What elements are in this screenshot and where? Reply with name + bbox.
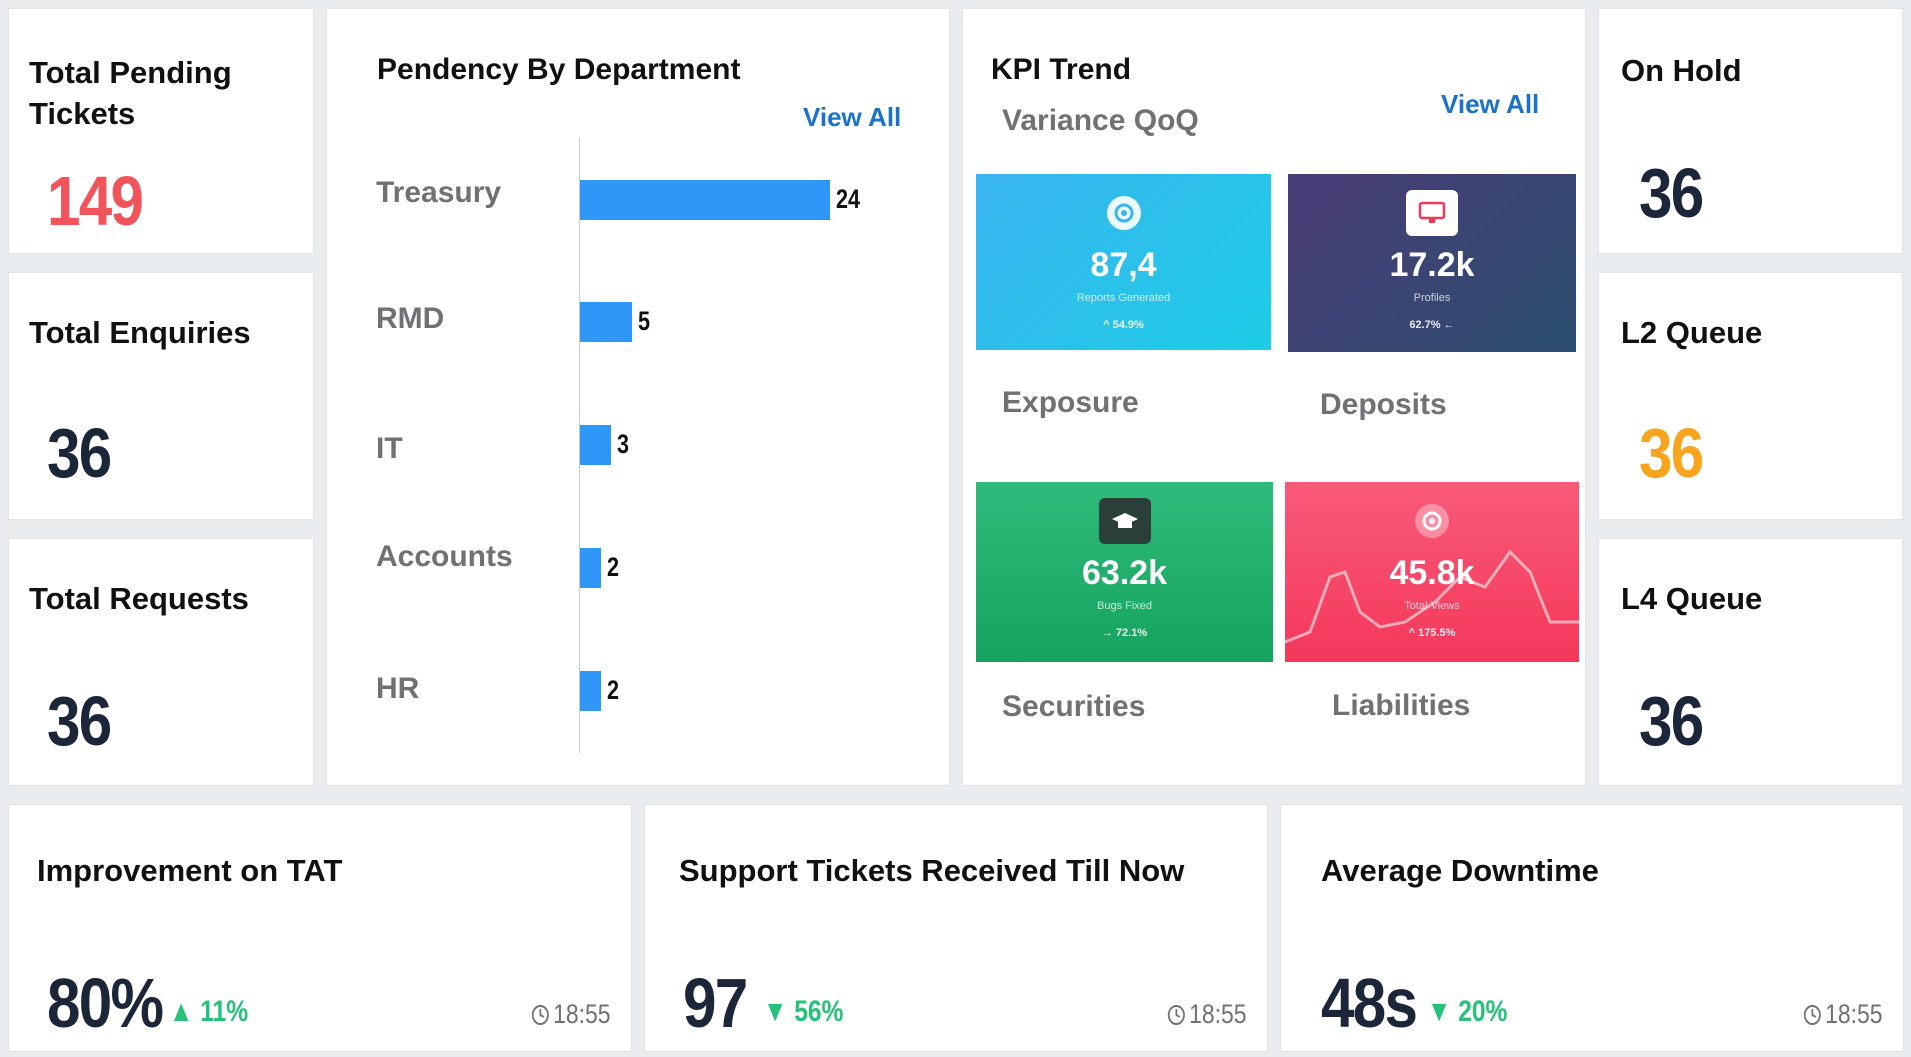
- kpi-tile-liabilities-sub: Total Views: [1404, 600, 1460, 612]
- average-downtime-change-value: 20%: [1458, 995, 1508, 1028]
- clock-icon: [1167, 1004, 1185, 1025]
- kpi-tile-deposits[interactable]: 17.2k Profiles 62.7% ←: [1288, 174, 1576, 352]
- tat-time-value: 18:55: [553, 999, 611, 1029]
- gear-icon: [1406, 498, 1458, 544]
- total-requests-value: 36: [47, 682, 112, 760]
- kpi-tile-exposure[interactable]: 87,4 Reports Generated ^ 54.9%: [976, 174, 1271, 350]
- bar-value-rmd: 5: [638, 306, 651, 336]
- total-pending-title-line2: Tickets: [29, 95, 136, 131]
- total-requests-card[interactable]: Total Requests 36: [8, 538, 314, 786]
- total-pending-value: 149: [47, 162, 144, 240]
- total-pending-title: Total Pending Tickets: [29, 53, 232, 135]
- total-requests-title: Total Requests: [29, 581, 249, 616]
- graduation-cap-icon: [1098, 498, 1151, 544]
- bar-accounts[interactable]: [580, 548, 601, 588]
- gear-icon: [1098, 190, 1150, 236]
- kpi-tile-exposure-change: ^ 54.9%: [1103, 319, 1144, 331]
- pendency-view-all-link[interactable]: View All: [803, 102, 901, 133]
- tat-time: 18:55: [531, 999, 611, 1030]
- on-hold-card[interactable]: On Hold 36: [1598, 8, 1903, 254]
- support-tickets-value: 97: [683, 964, 748, 1042]
- bar-rmd[interactable]: [580, 302, 632, 342]
- kpi-tile-deposits-change: 62.7% ←: [1409, 319, 1455, 331]
- clock-icon: [531, 1004, 549, 1025]
- kpi-trend-title: KPI Trend: [991, 53, 1132, 86]
- total-enquiries-card[interactable]: Total Enquiries 36: [8, 272, 314, 520]
- kpi-tile-exposure-value: 87,4: [1090, 246, 1157, 284]
- tat-card[interactable]: Improvement on TAT 80% ▲ 11% 18:55: [8, 804, 632, 1052]
- on-hold-title: On Hold: [1621, 53, 1742, 88]
- bar-hr[interactable]: [580, 671, 601, 711]
- kpi-tile-liabilities-value: 45.8k: [1389, 554, 1475, 592]
- kpi-label-exposure: Exposure: [1002, 386, 1139, 419]
- bar-value-it: 3: [617, 429, 630, 459]
- kpi-tile-securities-change: → 72.1%: [1101, 627, 1148, 639]
- total-enquiries-title: Total Enquiries: [29, 315, 251, 350]
- l2-queue-card[interactable]: L2 Queue 36: [1598, 272, 1903, 520]
- support-tickets-time-value: 18:55: [1189, 999, 1247, 1029]
- monitor-icon: [1406, 190, 1458, 236]
- kpi-label-securities: Securities: [1002, 690, 1146, 723]
- bar-value-hr: 2: [607, 675, 620, 705]
- total-pending-card[interactable]: Total Pending Tickets 149: [8, 8, 314, 254]
- kpi-label-liabilities: Liabilities: [1332, 689, 1471, 722]
- kpi-tile-exposure-sub: Reports Generated: [1076, 292, 1171, 304]
- kpi-tile-securities[interactable]: 63.2k Bugs Fixed → 72.1%: [976, 482, 1273, 662]
- l4-queue-value: 36: [1639, 682, 1704, 760]
- on-hold-value: 36: [1639, 154, 1704, 232]
- kpi-variance-subtitle: Variance QoQ: [1002, 104, 1199, 137]
- kpi-tile-securities-value: 63.2k: [1081, 554, 1168, 592]
- bar-value-treasury: 24: [836, 184, 861, 214]
- dept-label-treasury: Treasury: [376, 176, 502, 209]
- l4-queue-card[interactable]: L4 Queue 36: [1598, 538, 1903, 786]
- dept-label-accounts: Accounts: [376, 540, 513, 573]
- kpi-tile-liabilities[interactable]: 45.8k Total Views ^ 175.5%: [1285, 482, 1579, 662]
- support-tickets-card[interactable]: Support Tickets Received Till Now 97 ▼ 5…: [644, 804, 1268, 1052]
- pendency-title: Pendency By Department: [377, 53, 741, 86]
- l2-queue-value: 36: [1639, 414, 1704, 492]
- support-tickets-change: ▼ 56%: [763, 995, 843, 1029]
- down-arrow-icon: ▼: [763, 995, 788, 1028]
- tat-value: 80%: [47, 964, 164, 1042]
- bar-treasury[interactable]: [580, 180, 830, 220]
- kpi-tile-deposits-value: 17.2k: [1389, 246, 1475, 284]
- average-downtime-time-value: 18:55: [1825, 999, 1883, 1029]
- average-downtime-time: 18:55: [1803, 999, 1883, 1030]
- l2-queue-title: L2 Queue: [1621, 315, 1763, 350]
- tat-change: ▲ 11%: [169, 995, 248, 1029]
- kpi-tile-securities-sub: Bugs Fixed: [1096, 600, 1153, 612]
- average-downtime-value: 48s: [1321, 964, 1418, 1042]
- total-pending-title-line1: Total Pending: [29, 55, 232, 90]
- average-downtime-title: Average Downtime: [1321, 853, 1599, 888]
- average-downtime-change: ▼ 20%: [1427, 995, 1507, 1029]
- bar-value-accounts: 2: [607, 552, 620, 582]
- dept-label-hr: HR: [376, 672, 420, 705]
- kpi-label-deposits: Deposits: [1320, 388, 1447, 421]
- down-arrow-icon: ▼: [1427, 995, 1452, 1028]
- kpi-tile-liabilities-change: ^ 175.5%: [1408, 627, 1456, 639]
- up-arrow-icon: ▲: [169, 995, 194, 1028]
- tat-change-value: 11%: [200, 995, 249, 1028]
- dept-label-rmd: RMD: [376, 302, 445, 335]
- kpi-view-all-link[interactable]: View All: [1441, 89, 1539, 120]
- tat-title: Improvement on TAT: [37, 853, 343, 888]
- total-enquiries-value: 36: [47, 414, 112, 492]
- support-tickets-change-value: 56%: [794, 995, 844, 1028]
- dept-label-it: IT: [376, 432, 403, 465]
- average-downtime-card[interactable]: Average Downtime 48s ▼ 20% 18:55: [1280, 804, 1904, 1052]
- l4-queue-title: L4 Queue: [1621, 581, 1763, 616]
- bar-it[interactable]: [580, 425, 611, 465]
- support-tickets-time: 18:55: [1167, 999, 1247, 1030]
- clock-icon: [1803, 1004, 1821, 1025]
- support-tickets-title: Support Tickets Received Till Now: [679, 853, 1185, 888]
- kpi-tile-deposits-sub: Profiles: [1413, 292, 1451, 304]
